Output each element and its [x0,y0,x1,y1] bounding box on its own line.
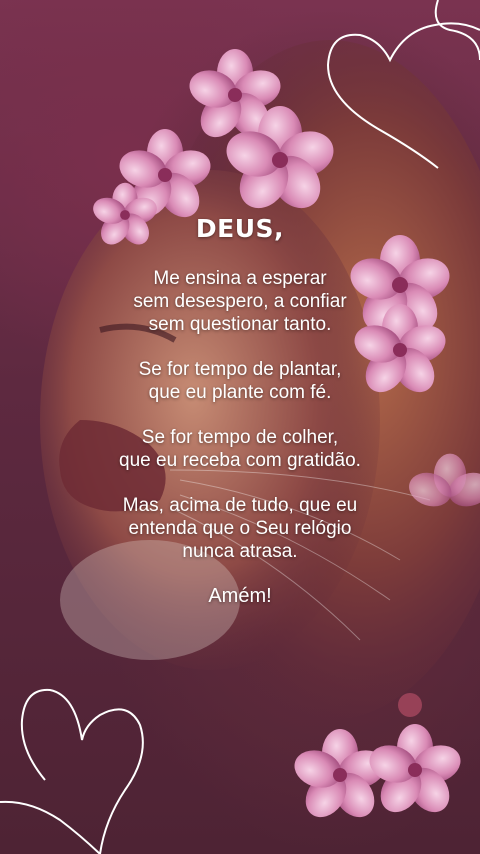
prayer-stanza-1: Me ensina a esperar sem desespero, a con… [133,268,347,335]
prayer-stanza-4: Mas, acima de tudo, que eu entenda que o… [122,495,358,562]
prayer-text-block: DEUS, Me ensina a esperar sem desespero,… [0,214,480,608]
prayer-stanza-3: Se for tempo de colher, que eu receba co… [119,427,361,471]
prayer-stanza-2: Se for tempo de plantar, que eu plante c… [138,359,342,403]
prayer-closing: Amém! [208,585,272,607]
heart-outline-top-right-icon [326,0,480,169]
story-canvas: DEUS, Me ensina a esperar sem desespero,… [0,0,480,854]
prayer-title: DEUS, [195,214,285,243]
heart-outline-bottom-left-icon [0,688,144,854]
